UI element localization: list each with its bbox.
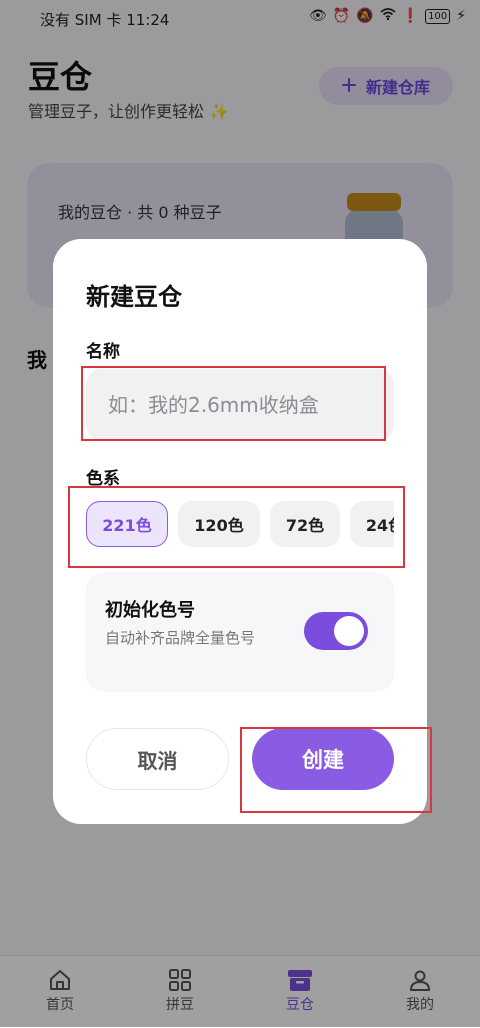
palette-chip-72[interactable]: 72色 [270,501,340,547]
new-warehouse-dialog: 新建豆仓 名称 色系 221色120色72色24色 初始化色号 自动补齐品牌全量… [53,239,427,824]
init-colors-toggle[interactable] [304,612,368,650]
palette-chip-row[interactable]: 221色120色72色24色 [86,501,394,551]
name-input[interactable] [86,369,394,441]
palette-chip-221[interactable]: 221色 [86,501,168,547]
palette-label: 色系 [86,469,120,489]
toggle-knob [334,616,364,646]
cancel-button[interactable]: 取消 [86,728,229,790]
init-colors-title: 初始化色号 [105,600,195,621]
init-colors-card: 初始化色号 自动补齐品牌全量色号 [86,572,394,692]
name-label: 名称 [86,342,120,362]
palette-chip-120[interactable]: 120色 [178,501,260,547]
dialog-title: 新建豆仓 [86,283,182,311]
palette-chip-24[interactable]: 24色 [350,501,394,547]
create-button[interactable]: 创建 [252,728,394,790]
init-colors-desc: 自动补齐品牌全量色号 [105,629,256,647]
